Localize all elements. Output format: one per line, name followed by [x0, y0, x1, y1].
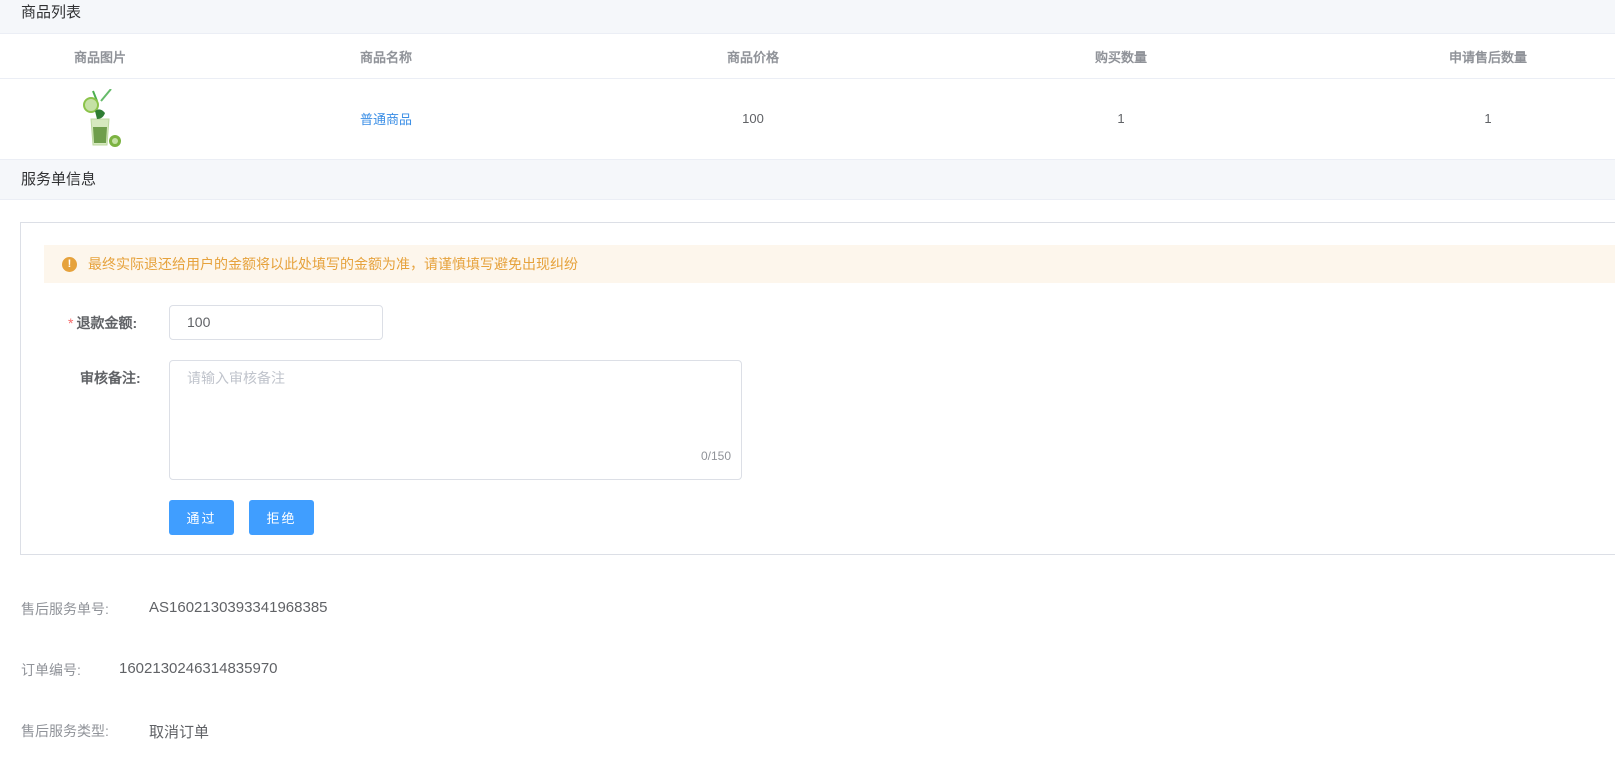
- column-header: 商品图片: [73, 49, 126, 65]
- warning-icon: !: [62, 256, 77, 272]
- warning-alert: ! 最终实际退还给用户的金额将以此处填写的金额为准，请谨慎填写避免出现纠纷: [44, 245, 1615, 283]
- service-type-value: 取消订单: [149, 724, 210, 741]
- remark-placeholder: 请输入审核备注: [187, 370, 285, 386]
- table-row: 普通商品 100 1 1: [0, 78, 1615, 159]
- product-image-cell: [0, 78, 200, 159]
- required-mark: *: [68, 315, 74, 331]
- order-no-value: 1602130246314835970: [119, 660, 278, 677]
- purchase-quantity-cell: 1: [1117, 111, 1125, 126]
- aftersale-quantity-cell: 1: [1484, 111, 1492, 126]
- char-counter: 0/150: [700, 449, 731, 463]
- product-name-link[interactable]: 普通商品: [360, 109, 412, 128]
- column-header: 商品价格: [726, 49, 779, 65]
- section-title: 商品列表: [21, 4, 82, 21]
- review-remark-label: 审核备注:: [80, 370, 141, 386]
- service-type-label: 售后服务类型:: [21, 723, 109, 739]
- drink-image: [83, 88, 121, 147]
- review-remark-textarea[interactable]: 请输入审核备注 0/150: [169, 360, 742, 480]
- section-title: 服务单信息: [21, 171, 97, 188]
- refund-amount-label: * 退款金额:: [68, 315, 138, 331]
- column-header: 申请售后数量: [1448, 49, 1527, 65]
- reject-button[interactable]: 拒绝: [249, 500, 314, 535]
- order-no-label: 订单编号:: [21, 662, 81, 678]
- service-no-label: 售后服务单号:: [21, 601, 109, 617]
- alert-text: 最终实际退还给用户的金额将以此处填写的金额为准，请谨慎填写避免出现纠纷: [88, 256, 578, 272]
- product-name-cell: 普通商品: [286, 78, 486, 159]
- product-price-cell: 100: [742, 111, 764, 126]
- service-info-header: 服务单信息: [0, 159, 1615, 200]
- column-header: 购买数量: [1094, 49, 1147, 65]
- product-list-header: 商品列表: [0, 0, 1615, 34]
- refund-amount-input[interactable]: 100: [169, 305, 383, 340]
- service-no-value: AS1602130393341968385: [149, 599, 328, 616]
- product-table-header: 商品图片 商品名称 商品价格 购买数量 申请售后数量: [0, 34, 1615, 79]
- approve-button[interactable]: 通过: [169, 500, 234, 535]
- column-header: 商品名称: [359, 49, 412, 65]
